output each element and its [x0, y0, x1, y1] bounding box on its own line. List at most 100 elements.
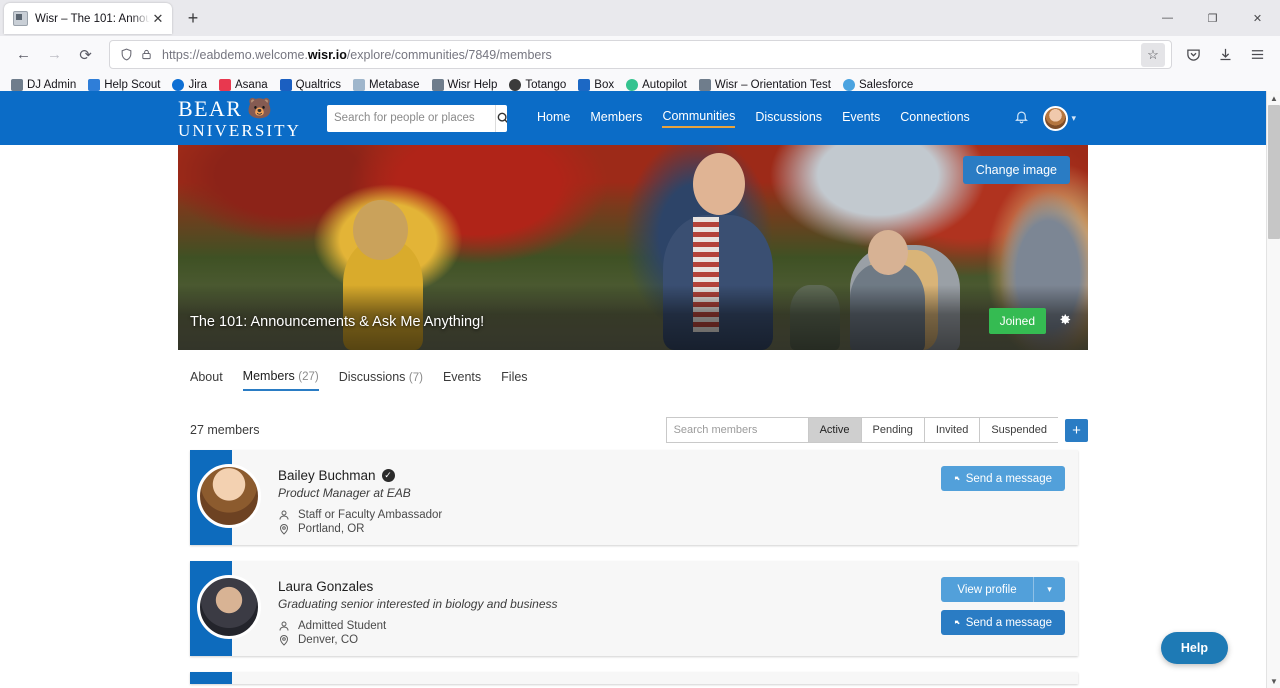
chevron-down-icon[interactable]: ▾: [1033, 577, 1065, 602]
filter-suspended[interactable]: Suspended: [979, 417, 1058, 443]
banner-figure: [693, 153, 745, 215]
close-tab-icon[interactable]: ✕: [150, 11, 166, 27]
site-logo[interactable]: BEAR 🐻 UNIVERSITY: [178, 95, 301, 139]
filter-invited[interactable]: Invited: [923, 417, 980, 443]
change-image-button[interactable]: Change image: [962, 156, 1070, 184]
nav-item-events[interactable]: Events: [842, 110, 880, 127]
filter-active[interactable]: Active: [807, 417, 861, 443]
site-search[interactable]: [327, 104, 507, 132]
downloads-icon[interactable]: [1210, 41, 1240, 69]
community-tabs: About Members (27) Discussions (7) Event…: [178, 362, 1088, 398]
avatar[interactable]: [197, 575, 261, 639]
avatar: [1043, 105, 1069, 131]
reload-icon[interactable]: ⟳: [70, 40, 101, 69]
tab-count: (7): [408, 372, 423, 384]
member-meta: Staff or Faculty Ambassador Portland, OR: [278, 509, 442, 535]
members-filters: Active Pending Invited Suspended +: [665, 417, 1088, 443]
scroll-up-icon[interactable]: ▲: [1267, 91, 1280, 105]
nav-item-home[interactable]: Home: [537, 110, 570, 127]
close-window-icon[interactable]: ✕: [1235, 2, 1280, 34]
forward-icon[interactable]: →: [39, 40, 70, 69]
tab-members[interactable]: Members (27): [242, 369, 319, 391]
send-message-button[interactable]: Send a message: [941, 610, 1065, 635]
help-button[interactable]: Help: [1160, 632, 1228, 664]
send-message-label: Send a message: [965, 616, 1052, 629]
page-scrollbar[interactable]: ▲ ▼: [1266, 91, 1280, 688]
member-card[interactable]: Bailey Buchman ✓ Product Manager at EAB …: [190, 450, 1078, 545]
account-menu[interactable]: ▾: [1043, 105, 1076, 131]
member-info: Bailey Buchman ✓ Product Manager at EAB …: [278, 460, 442, 545]
shield-icon[interactable]: [120, 48, 133, 61]
member-name[interactable]: Bailey Buchman: [278, 468, 376, 483]
banner-actions: Joined: [988, 308, 1072, 334]
maximize-icon[interactable]: ❐: [1190, 2, 1235, 34]
tab-discussions[interactable]: Discussions (7): [339, 370, 423, 390]
nav-item-communities[interactable]: Communities: [662, 109, 736, 128]
bookmark-label: Totango: [525, 79, 567, 91]
avatar[interactable]: [197, 464, 261, 528]
member-search[interactable]: [665, 417, 808, 443]
hamburger-menu-icon[interactable]: [1242, 41, 1272, 69]
card-accent-stripe: [190, 672, 232, 684]
member-card[interactable]: Laura Gonzales Graduating senior interes…: [190, 561, 1078, 656]
card-body: Laura Gonzales Graduating senior interes…: [197, 561, 1078, 656]
bookmark-favicon-icon: [578, 79, 591, 91]
tab-label: About: [190, 370, 223, 384]
bookmark-favicon-icon: [219, 79, 232, 91]
browser-window: Wisr – The 101: Announcement ✕ + — ❐ ✕ ←…: [0, 0, 1280, 688]
tab-label: Members: [242, 369, 295, 383]
card-body: Bailey Buchman ✓ Product Manager at EAB …: [197, 450, 1078, 545]
main-navigation: Home Members Communities Discussions Eve…: [537, 109, 970, 128]
tab-files[interactable]: Files: [501, 370, 527, 390]
bookmark-label: Wisr – Orientation Test: [714, 79, 831, 91]
minimize-icon[interactable]: —: [1145, 2, 1190, 34]
member-card-actions: View profile ▾ Send a message: [941, 577, 1065, 635]
joined-status-button[interactable]: Joined: [988, 308, 1046, 334]
nav-item-members[interactable]: Members: [590, 110, 642, 127]
bookmark-favicon-icon: [431, 79, 444, 91]
scroll-down-icon[interactable]: ▼: [1267, 674, 1280, 688]
back-icon[interactable]: ←: [8, 40, 39, 69]
chat-bubble-icon: [954, 476, 960, 481]
member-card[interactable]: [190, 672, 1078, 684]
member-name[interactable]: Laura Gonzales: [278, 579, 373, 594]
bookmark-label: Autopilot: [642, 79, 687, 91]
bookmark-favicon-icon: [626, 79, 639, 91]
member-search-input[interactable]: [666, 418, 808, 442]
nav-item-discussions[interactable]: Discussions: [755, 110, 822, 127]
tab-label: Discussions: [338, 370, 406, 384]
browser-tab[interactable]: Wisr – The 101: Announcement ✕: [4, 3, 172, 34]
member-role-row: Staff or Faculty Ambassador: [278, 509, 442, 521]
chevron-down-icon: ▾: [1071, 112, 1076, 123]
tab-events[interactable]: Events: [443, 370, 481, 390]
bookmark-favicon-icon: [353, 79, 365, 91]
search-input[interactable]: [327, 104, 495, 132]
members-list: Bailey Buchman ✓ Product Manager at EAB …: [190, 450, 1078, 684]
view-profile-button[interactable]: View profile ▾: [941, 577, 1065, 602]
bookmark-favicon-icon: [698, 79, 711, 91]
new-tab-button[interactable]: +: [178, 5, 208, 33]
scrollbar-thumb[interactable]: [1268, 105, 1280, 239]
address-bar[interactable]: https://eabdemo.welcome.wisr.io/explore/…: [109, 40, 1172, 69]
tab-about[interactable]: About: [190, 370, 223, 390]
nav-item-connections[interactable]: Connections: [900, 110, 970, 127]
member-card-actions: Send a message: [941, 466, 1065, 491]
filter-pending[interactable]: Pending: [860, 417, 924, 443]
lock-icon[interactable]: [141, 48, 152, 61]
bell-icon[interactable]: [1014, 109, 1029, 128]
members-toolbar: 27 members Active Pending Invited Suspen…: [178, 410, 1088, 450]
bookmark-favicon-icon: [88, 79, 101, 91]
tab-count: (27): [298, 371, 319, 383]
brand-line-1: BEAR: [178, 95, 243, 121]
search-icon[interactable]: [495, 104, 507, 132]
pocket-icon[interactable]: [1178, 41, 1208, 69]
gear-icon[interactable]: [1057, 312, 1072, 331]
tab-label: Files: [501, 370, 528, 384]
member-location-row: Portland, OR: [278, 523, 442, 535]
header-right: ▾: [1014, 105, 1266, 131]
send-message-button[interactable]: Send a message: [941, 466, 1065, 491]
member-name-row: Bailey Buchman ✓: [278, 468, 442, 483]
bookmark-label: Qualtrics: [295, 79, 341, 91]
bookmark-star-icon[interactable]: ☆: [1141, 42, 1165, 67]
add-member-button[interactable]: +: [1065, 418, 1088, 442]
